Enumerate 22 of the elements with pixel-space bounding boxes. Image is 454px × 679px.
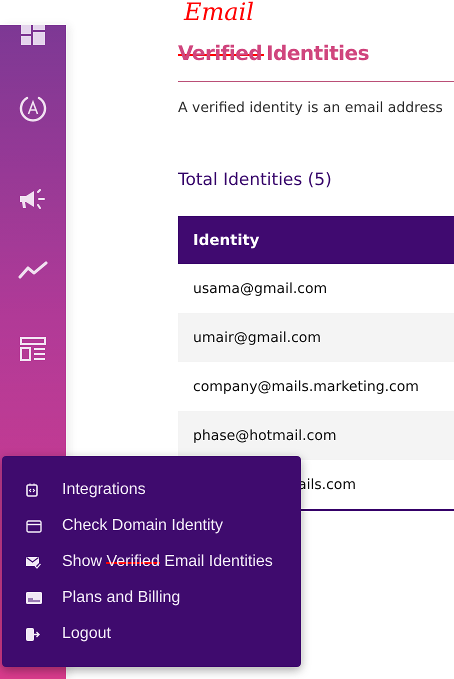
menu-item[interactable]: Plans and Billing bbox=[2, 580, 301, 616]
table-cell: usama@gmail.com bbox=[193, 280, 328, 296]
menu-item[interactable]: Integrations bbox=[2, 472, 301, 508]
megaphone-icon[interactable] bbox=[19, 189, 47, 211]
browser-window-icon bbox=[26, 520, 42, 532]
menu-item[interactable]: Logout bbox=[2, 616, 301, 652]
card-icon bbox=[26, 592, 42, 604]
envelope-check-icon bbox=[26, 556, 41, 568]
table-cell: umair@gmail.com bbox=[193, 330, 321, 346]
layout-icon[interactable] bbox=[20, 336, 46, 360]
line-chart-icon[interactable] bbox=[18, 260, 48, 278]
dashboard-icon[interactable] bbox=[21, 25, 45, 45]
table-cell: company@mails.marketing.com bbox=[193, 378, 419, 394]
table-cell: ails.com bbox=[298, 476, 356, 492]
section-heading: Total Identities (5) bbox=[178, 170, 333, 190]
table-cell: phase@hotmail.com bbox=[193, 428, 337, 444]
logout-icon bbox=[26, 628, 40, 640]
column-heading: Identity bbox=[193, 231, 260, 249]
menu-item[interactable]: Check Domain Identity bbox=[2, 508, 301, 544]
description-text: A verified identity is an email address bbox=[178, 100, 444, 116]
code-icon bbox=[26, 483, 38, 497]
handwritten-note: Email bbox=[184, 0, 254, 24]
